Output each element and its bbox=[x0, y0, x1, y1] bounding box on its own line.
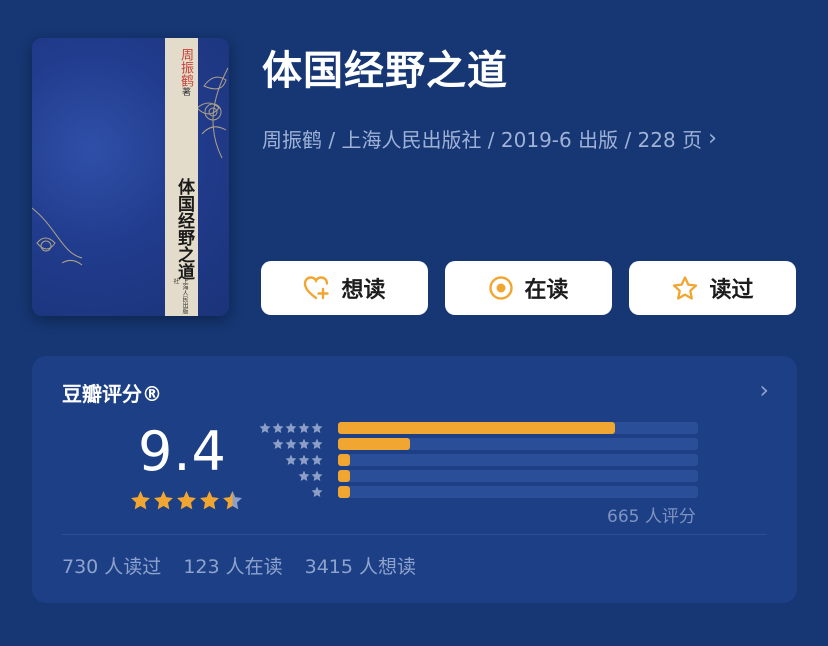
star-icon bbox=[298, 454, 310, 466]
rating-bar-track bbox=[338, 486, 698, 498]
want-count[interactable]: 3415 人想读 bbox=[305, 552, 416, 579]
chevron-right-icon: › bbox=[759, 376, 769, 404]
star-icon bbox=[285, 422, 297, 434]
rating-bar-fill bbox=[338, 438, 410, 450]
star-icon bbox=[272, 438, 284, 450]
rating-bar-track bbox=[338, 454, 698, 466]
rating-row-5-star bbox=[254, 422, 714, 434]
star-icon bbox=[272, 422, 284, 434]
chevron-right-icon: › bbox=[708, 126, 717, 151]
heart-plus-icon bbox=[304, 276, 330, 300]
rating-row-stars bbox=[285, 454, 323, 466]
reading-label: 在读 bbox=[524, 278, 569, 303]
divider bbox=[62, 534, 767, 535]
book-meta-link[interactable]: 周振鹤 / 上海人民出版社 / 2019-6 出版 / 228 页 › bbox=[262, 124, 717, 153]
rating-row-4-star bbox=[254, 438, 714, 450]
rating-bar-track bbox=[338, 470, 698, 482]
want-to-read-label: 想读 bbox=[341, 278, 386, 303]
star-icon bbox=[311, 438, 323, 450]
reading-count[interactable]: 123 人在读 bbox=[183, 552, 282, 579]
star-icon bbox=[311, 454, 323, 466]
star-icon bbox=[311, 470, 323, 482]
star-icon bbox=[200, 491, 219, 510]
read-count[interactable]: 730 人读过 bbox=[62, 552, 161, 579]
page-title: 体国经野之道 bbox=[262, 48, 508, 94]
reading-button[interactable]: 在读 bbox=[445, 261, 612, 315]
rating-row-1-star bbox=[254, 486, 714, 498]
have-read-label: 读过 bbox=[709, 278, 754, 303]
star-icon bbox=[298, 470, 310, 482]
book-cover[interactable]: 周振鹤著 体国经野之道 上海人民出版社 bbox=[32, 38, 229, 316]
star-icon bbox=[154, 491, 173, 510]
star-icon bbox=[311, 422, 323, 434]
rating-row-stars bbox=[272, 438, 323, 450]
star-icon bbox=[259, 422, 271, 434]
book-meta: 周振鹤 / 上海人民出版社 / 2019-6 出版 / 228 页 bbox=[262, 128, 703, 152]
rating-bar-fill bbox=[338, 470, 350, 482]
rating-bar-fill bbox=[338, 454, 350, 466]
star-icon bbox=[298, 438, 310, 450]
rating-row-2-star bbox=[254, 470, 714, 482]
cover-publisher: 上海人民出版社 bbox=[172, 278, 188, 314]
cover-floral-pattern bbox=[32, 67, 229, 266]
rating-row-stars bbox=[311, 486, 323, 498]
cover-title: 体国经野之道 bbox=[174, 178, 194, 280]
rating-card[interactable]: 豆瓣评分® › 9.4 665 人评分 730 人读过 123 人在读 3415… bbox=[32, 356, 797, 603]
star-icon bbox=[223, 491, 242, 510]
rating-bar-track bbox=[338, 422, 698, 434]
rating-bar-fill bbox=[338, 422, 616, 434]
target-icon bbox=[489, 276, 514, 300]
rating-bar-fill bbox=[338, 486, 350, 498]
rating-stars bbox=[130, 490, 243, 511]
star-icon bbox=[298, 422, 310, 434]
cover-author: 周振鹤著 bbox=[178, 48, 193, 96]
rating-row-stars bbox=[298, 470, 323, 482]
star-icon bbox=[131, 491, 150, 510]
reader-stats: 730 人读过 123 人在读 3415 人想读 bbox=[62, 552, 416, 579]
rating-title: 豆瓣评分® bbox=[62, 382, 162, 406]
rating-count: 665 人评分 bbox=[607, 507, 696, 527]
star-icon bbox=[285, 454, 297, 466]
star-outline-icon bbox=[673, 275, 698, 300]
rating-row-3-star bbox=[254, 454, 714, 466]
rating-bar-track bbox=[338, 438, 698, 450]
star-icon bbox=[177, 491, 196, 510]
star-icon bbox=[311, 486, 323, 498]
rating-row-stars bbox=[259, 422, 323, 434]
rating-score: 9.4 bbox=[138, 420, 227, 483]
have-read-button[interactable]: 读过 bbox=[629, 261, 796, 315]
star-icon bbox=[285, 438, 297, 450]
want-to-read-button[interactable]: 想读 bbox=[261, 261, 428, 315]
